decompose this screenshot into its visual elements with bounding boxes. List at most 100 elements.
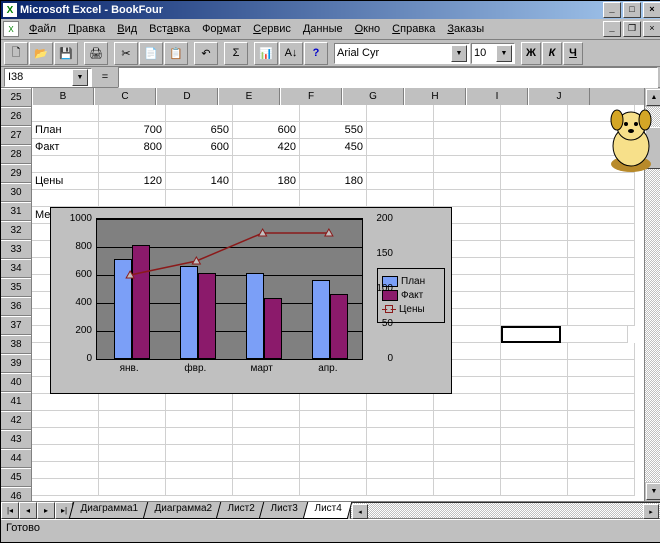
cell-B29[interactable]: Цены xyxy=(32,173,99,190)
cell-I30[interactable] xyxy=(501,190,568,207)
sheet-tab-Диаграмма2[interactable]: Диаграмма2 xyxy=(142,502,222,519)
col-head-H[interactable]: H xyxy=(404,88,466,105)
cell-E43[interactable] xyxy=(233,411,300,428)
row-head-42[interactable]: 42 xyxy=(1,411,31,430)
cell-F44[interactable] xyxy=(300,428,367,445)
cell-C43[interactable] xyxy=(99,411,166,428)
cell-D47[interactable] xyxy=(166,479,233,496)
col-head-I[interactable]: I xyxy=(466,88,528,105)
office-assistant-icon[interactable] xyxy=(603,106,659,176)
cell-C25[interactable] xyxy=(99,105,166,122)
cell-H42[interactable] xyxy=(434,394,501,411)
sheet-tab-Диаграмма1[interactable]: Диаграмма1 xyxy=(69,502,149,519)
cell-D26[interactable]: 650 xyxy=(166,122,233,139)
cell-I47[interactable] xyxy=(501,479,568,496)
cell-G26[interactable] xyxy=(367,122,434,139)
cell-F46[interactable] xyxy=(300,462,367,479)
row-head-46[interactable]: 46 xyxy=(1,487,31,501)
formula-input[interactable] xyxy=(118,67,658,88)
cell-D45[interactable] xyxy=(166,445,233,462)
cell-B26[interactable]: План xyxy=(32,122,99,139)
cell-E42[interactable] xyxy=(233,394,300,411)
cell-B45[interactable] xyxy=(32,445,99,462)
cell-H44[interactable] xyxy=(434,428,501,445)
cell-J34[interactable] xyxy=(568,258,635,275)
cell-F27[interactable]: 450 xyxy=(300,139,367,156)
open-button[interactable]: 📂 xyxy=(29,42,53,65)
cell-E44[interactable] xyxy=(233,428,300,445)
cell-C27[interactable]: 800 xyxy=(99,139,166,156)
doc-minimize[interactable]: _ xyxy=(603,21,621,37)
row-head-38[interactable]: 38 xyxy=(1,335,31,354)
row-head-34[interactable]: 34 xyxy=(1,259,31,278)
menu-Справка[interactable]: Справка xyxy=(386,21,441,37)
font-size-combo[interactable]: 10▼ xyxy=(471,43,515,64)
cell-H27[interactable] xyxy=(434,139,501,156)
cell-F43[interactable] xyxy=(300,411,367,428)
cell-F42[interactable] xyxy=(300,394,367,411)
cell-F29[interactable]: 180 xyxy=(300,173,367,190)
cell-G42[interactable] xyxy=(367,394,434,411)
cell-B28[interactable] xyxy=(32,156,99,173)
cell-G28[interactable] xyxy=(367,156,434,173)
cell-D42[interactable] xyxy=(166,394,233,411)
cell-J37[interactable] xyxy=(568,309,635,326)
menu-Данные[interactable]: Данные xyxy=(297,21,349,37)
cell-I35[interactable] xyxy=(501,275,568,292)
new-button[interactable]: 🗋 xyxy=(4,42,28,65)
print-button[interactable]: 🖨 xyxy=(84,42,108,65)
cell-H28[interactable] xyxy=(434,156,501,173)
cell-J43[interactable] xyxy=(568,411,635,428)
cell-E26[interactable]: 600 xyxy=(233,122,300,139)
scroll-down-button[interactable]: ▼ xyxy=(646,483,660,500)
maximize-button[interactable]: □ xyxy=(623,2,641,18)
cell-E46[interactable] xyxy=(233,462,300,479)
font-name-combo[interactable]: Arial Cyr▼ xyxy=(334,43,470,64)
menu-Сервис[interactable]: Сервис xyxy=(247,21,297,37)
save-button[interactable]: 💾 xyxy=(54,42,78,65)
cut-button[interactable]: ✂ xyxy=(114,42,138,65)
doc-close[interactable]: × xyxy=(643,21,660,37)
cell-B27[interactable]: Факт xyxy=(32,139,99,156)
cell-D29[interactable]: 140 xyxy=(166,173,233,190)
menu-Окно[interactable]: Окно xyxy=(349,21,387,37)
cell-C29[interactable]: 120 xyxy=(99,173,166,190)
row-head-31[interactable]: 31 xyxy=(1,202,31,221)
cell-G44[interactable] xyxy=(367,428,434,445)
cell-I28[interactable] xyxy=(501,156,568,173)
row-head-35[interactable]: 35 xyxy=(1,278,31,297)
row-head-26[interactable]: 26 xyxy=(1,107,31,126)
col-head-G[interactable]: G xyxy=(342,88,404,105)
hscroll-left[interactable]: ◂ xyxy=(352,504,368,519)
cell-I32[interactable] xyxy=(501,224,568,241)
cell-H46[interactable] xyxy=(434,462,501,479)
cell-B30[interactable] xyxy=(32,190,99,207)
row-head-28[interactable]: 28 xyxy=(1,145,31,164)
cell-J47[interactable] xyxy=(568,479,635,496)
cell-I31[interactable] xyxy=(501,207,568,224)
cell-C46[interactable] xyxy=(99,462,166,479)
cell-D27[interactable]: 600 xyxy=(166,139,233,156)
cell-I45[interactable] xyxy=(501,445,568,462)
cell-D25[interactable] xyxy=(166,105,233,122)
cell-J39[interactable] xyxy=(568,343,635,360)
cell-J32[interactable] xyxy=(568,224,635,241)
copy-button[interactable]: 📄 xyxy=(139,42,163,65)
cell-J31[interactable] xyxy=(568,207,635,224)
cell-E29[interactable]: 180 xyxy=(233,173,300,190)
cell-D28[interactable] xyxy=(166,156,233,173)
tab-next-button[interactable]: ▸ xyxy=(37,502,55,519)
cell-B46[interactable] xyxy=(32,462,99,479)
cell-G47[interactable] xyxy=(367,479,434,496)
cell-G29[interactable] xyxy=(367,173,434,190)
cell-G43[interactable] xyxy=(367,411,434,428)
cell-H25[interactable] xyxy=(434,105,501,122)
cell-D46[interactable] xyxy=(166,462,233,479)
italic-button[interactable]: К xyxy=(542,42,562,65)
cell-H29[interactable] xyxy=(434,173,501,190)
cell-F47[interactable] xyxy=(300,479,367,496)
row-head-29[interactable]: 29 xyxy=(1,164,31,183)
cell-J46[interactable] xyxy=(568,462,635,479)
cell-B43[interactable] xyxy=(32,411,99,428)
col-head-E[interactable]: E xyxy=(218,88,280,105)
